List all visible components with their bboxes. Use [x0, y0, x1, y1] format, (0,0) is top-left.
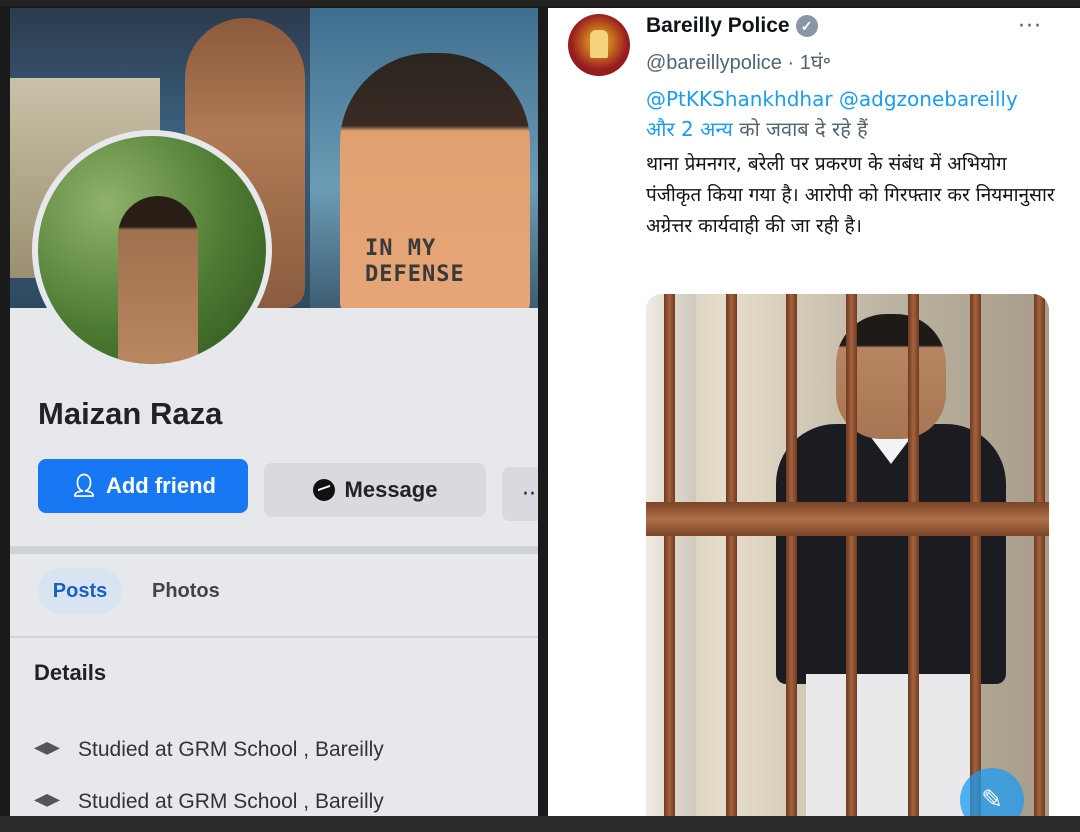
- tab-posts[interactable]: Posts: [38, 568, 122, 614]
- messenger-icon: [312, 479, 335, 501]
- details-heading: Details: [34, 660, 107, 685]
- add-friend-button[interactable]: 👤︎ Add friend: [38, 459, 248, 513]
- handle-and-time: @bareillypolice · 1घं॰: [646, 52, 832, 74]
- divider: [10, 546, 538, 554]
- tweet-text: थाना प्रेमनगर, बरेली पर प्रकरण के संबंध …: [646, 153, 1055, 237]
- detail-item: Studied at GRM School , Bareilly: [34, 790, 384, 814]
- profile-name: Maizan Raza: [38, 396, 223, 431]
- author-name: Bareilly Police: [646, 14, 790, 37]
- replying-to: @PtKKShankhdhar @adgzonebareilly और 2 अन…: [646, 84, 1066, 144]
- detail-text: Studied at GRM School , Bareilly: [78, 738, 384, 761]
- reply-mentions[interactable]: @PtKKShankhdhar @adgzonebareilly: [646, 87, 1018, 111]
- message-button[interactable]: Message: [264, 463, 486, 517]
- bottom-border: [0, 816, 1080, 832]
- detail-item: Studied at GRM School , Bareilly: [34, 738, 384, 762]
- cover-shirt-text: IN MY DEFENSE: [365, 236, 465, 287]
- detail-text: Studied at GRM School , Bareilly: [78, 790, 384, 813]
- tweet-author[interactable]: Bareilly Police ✓: [646, 14, 818, 38]
- tweet: Bareilly Police ✓ @bareillypolice · 1घं॰…: [548, 8, 1080, 832]
- graduation-cap-icon: [34, 794, 60, 807]
- more-options-icon[interactable]: ···: [1018, 14, 1042, 39]
- message-label: Message: [344, 477, 438, 502]
- reply-suffix: को जवाब दे रहे हैं: [732, 117, 868, 141]
- verified-badge-icon: ✓: [795, 15, 818, 37]
- add-person-icon: 👤︎: [70, 473, 98, 498]
- more-options-button[interactable]: ···: [502, 467, 538, 521]
- reply-others[interactable]: और 2 अन्य: [646, 117, 733, 141]
- police-emblem-avatar[interactable]: [568, 14, 630, 76]
- facebook-profile-screenshot: IN MY DEFENSE Maizan Raza 👤︎ Add friend …: [10, 8, 538, 816]
- divider: [10, 636, 538, 638]
- tab-photos[interactable]: Photos: [152, 580, 220, 603]
- top-border: [0, 0, 1080, 6]
- add-friend-label: Add friend: [105, 473, 216, 498]
- tweet-image[interactable]: [646, 294, 1049, 816]
- graduation-cap-icon: [34, 742, 60, 755]
- profile-avatar[interactable]: [32, 130, 272, 370]
